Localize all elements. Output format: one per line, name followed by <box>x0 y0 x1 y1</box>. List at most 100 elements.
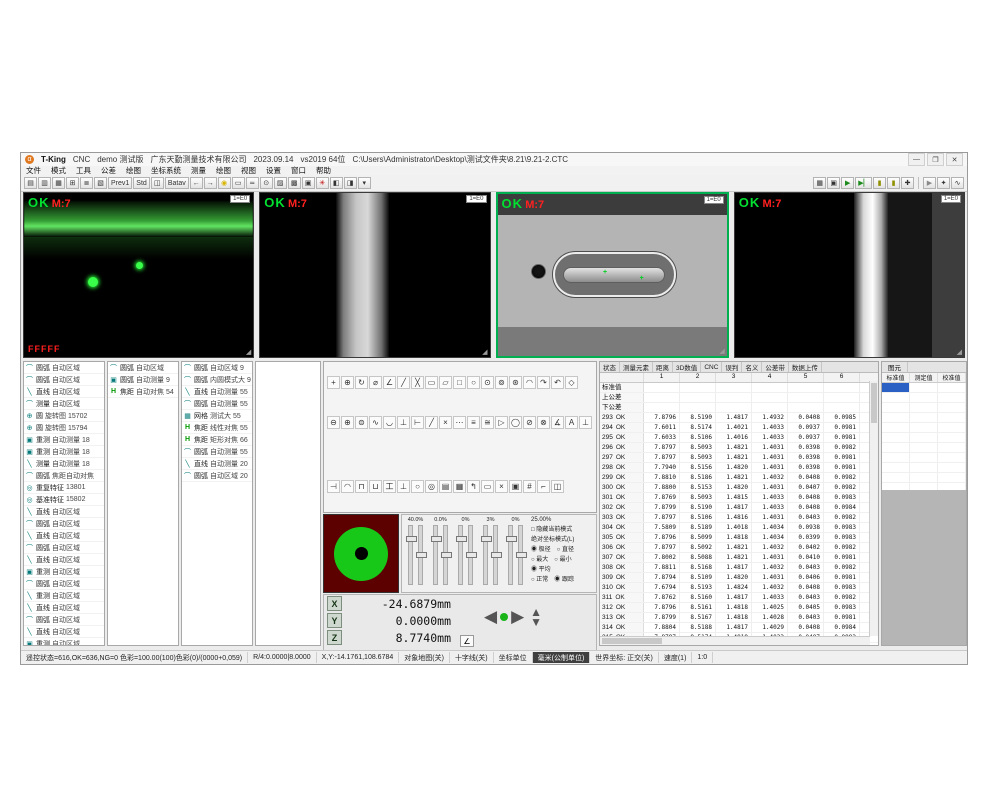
tolerance-row[interactable]: 上公差 <box>600 393 878 403</box>
measure-option[interactable]: 25.00% <box>531 517 594 523</box>
measure-option[interactable]: ◉ 极径 ○ 直径 <box>531 544 594 553</box>
element-row[interactable] <box>882 403 966 413</box>
feature-list-item[interactable]: ╲ 直线 自动区域 <box>24 506 104 518</box>
results-tab[interactable]: 数据上传 <box>789 362 822 372</box>
geometry-tool-icon[interactable]: ⊙ <box>481 376 494 389</box>
close-button[interactable]: ✕ <box>946 153 963 166</box>
minimize-button[interactable]: — <box>908 153 925 166</box>
table-vertical-scrollbar[interactable] <box>869 381 878 636</box>
toolbar-run-button[interactable]: ▦ <box>813 177 826 189</box>
construction-tool-icon[interactable]: ◫ <box>551 480 564 493</box>
element-row[interactable] <box>882 423 966 433</box>
feature-list-item[interactable]: ⌒ 圆弧 自动区域 <box>24 578 104 590</box>
table-horizontal-scrollbar[interactable] <box>600 636 870 645</box>
measurement-row[interactable]: 301 OK 7.8769 8.5093 1.4815 1.4033 0.040… <box>600 493 878 503</box>
toolbar-button[interactable]: ⊙ <box>260 177 273 189</box>
jog-center-dot[interactable] <box>500 613 508 621</box>
geometry-tool-icon[interactable]: ≡ <box>467 416 480 429</box>
feature-list-item[interactable]: ⊕ 圆 旋转图 15794 <box>24 422 104 434</box>
measure-option[interactable]: □ 隐藏当前模式 <box>531 524 594 533</box>
geometry-tool-icon[interactable]: ⊘ <box>523 416 536 429</box>
slider-thumb[interactable] <box>441 552 452 558</box>
toolbar-button[interactable]: ▣ <box>302 177 315 189</box>
construction-tool-icon[interactable]: ○ <box>411 480 424 493</box>
geometry-tool-icon[interactable]: ⊕ <box>341 416 354 429</box>
feature-list-item[interactable]: ╲ 重测 自动区域 <box>24 590 104 602</box>
construction-tool-icon[interactable]: ◠ <box>341 480 354 493</box>
toolbar-button[interactable]: ◨ <box>344 177 357 189</box>
geometry-tool-icon[interactable]: ╱ <box>397 376 410 389</box>
geometry-tool-icon[interactable]: ▷ <box>495 416 508 429</box>
camera-view-1[interactable]: OK M:7 1=E0 FFFFF ◢ <box>23 192 254 358</box>
slider-thumb[interactable] <box>506 536 517 542</box>
toolbar-button[interactable]: ≂ <box>246 177 259 189</box>
construction-tool-icon[interactable]: ◎ <box>425 480 438 493</box>
light-slider[interactable] <box>518 525 523 585</box>
toolbar-run-button[interactable]: ▶ <box>841 177 854 189</box>
camera-view-4[interactable]: OK M:7 1=E0 ◢ <box>734 192 965 358</box>
feature-list-item[interactable]: ╲ 直线 自动区域 <box>24 530 104 542</box>
element-row[interactable] <box>882 443 966 453</box>
light-slider[interactable] <box>458 525 463 585</box>
feature-list-item[interactable]: ⌒ 圆弧 自动区域 <box>108 362 178 374</box>
feature-list-item[interactable]: ⌒ 圆弧 自动区域 <box>24 362 104 374</box>
scrollbar-thumb[interactable] <box>602 638 662 644</box>
toolbar-run-button[interactable]: ▮ <box>887 177 900 189</box>
toolbar-extra-button[interactable]: ✦ <box>937 177 950 189</box>
feature-list-item[interactable]: ▣ 重测 自动区域 <box>24 638 104 646</box>
toolbar-button[interactable]: ◫ <box>151 177 164 189</box>
status-object-map[interactable]: 对象地图(关) <box>399 652 450 663</box>
geometry-tool-icon[interactable]: ╳ <box>411 376 424 389</box>
element-row[interactable] <box>882 433 966 443</box>
feature-list-item[interactable]: ⊕ 圆 旋转图 15702 <box>24 410 104 422</box>
feature-list-item[interactable]: ◎ 基准特征 15802 <box>24 494 104 506</box>
resize-corner-icon[interactable]: ◢ <box>482 348 487 356</box>
jog-down-icon[interactable]: ▼ <box>530 617 542 627</box>
feature-list-item[interactable]: ▣ 重测 自动测量 18 <box>24 446 104 458</box>
feature-list-item[interactable]: ╲ 直线 自动区域 <box>24 554 104 566</box>
toolbar-button[interactable]: Std <box>133 177 150 189</box>
resize-corner-icon[interactable]: ◢ <box>957 348 962 356</box>
status-unit-value[interactable]: 毫米(公制单位) <box>533 652 591 663</box>
construction-tool-icon[interactable]: ⊥ <box>397 480 410 493</box>
toolbar-button[interactable]: ◧ <box>330 177 343 189</box>
geometry-tool-icon[interactable]: ⊖ <box>327 416 340 429</box>
measurement-row[interactable]: 296 OK 7.8797 8.5093 1.4821 1.4031 0.039… <box>600 443 878 453</box>
feature-list-item[interactable]: ╲ 测量 自动测量 18 <box>24 458 104 470</box>
measurement-row[interactable]: 302 OK 7.8799 8.5190 1.4817 1.4033 0.040… <box>600 503 878 513</box>
toolbar-button[interactable]: ← <box>190 177 203 189</box>
construction-tool-icon[interactable]: ⊔ <box>369 480 382 493</box>
construction-tool-icon[interactable]: ▭ <box>481 480 494 493</box>
measurement-row[interactable]: 313 OK 7.8799 8.5167 1.4818 1.4028 0.040… <box>600 613 878 623</box>
feature-list-item[interactable]: ◎ 重复特征 13801 <box>24 482 104 494</box>
construction-tool-icon[interactable]: × <box>495 480 508 493</box>
geometry-tool-icon[interactable]: ↻ <box>355 376 368 389</box>
geometry-tool-icon[interactable]: ⊥ <box>397 416 410 429</box>
status-crosshair[interactable]: 十字线(关) <box>450 652 494 663</box>
slider-thumb[interactable] <box>456 536 467 542</box>
measurement-row[interactable]: 304 OK 7.5809 8.5189 1.4018 1.4034 0.093… <box>600 523 878 533</box>
light-slider[interactable] <box>508 525 513 585</box>
toolbar-button[interactable]: → <box>204 177 217 189</box>
feature-list-item[interactable]: ⌒ 圆弧 自动测量 55 <box>182 446 252 458</box>
measure-option[interactable]: ○ 正常 ◉ 跟踪 <box>531 574 594 583</box>
element-row[interactable] <box>882 453 966 463</box>
geometry-tool-icon[interactable]: ⊚ <box>495 376 508 389</box>
slider-thumb[interactable] <box>416 552 427 558</box>
toolbar-button[interactable]: ◉ <box>218 177 231 189</box>
measurement-row[interactable]: 310 OK 7.6794 8.5193 1.4824 1.4032 0.040… <box>600 583 878 593</box>
feature-list-item[interactable]: ╲ 直线 自动区域 <box>24 386 104 398</box>
measurement-row[interactable]: 308 OK 7.8811 8.5168 1.4817 1.4032 0.040… <box>600 563 878 573</box>
toolbar-button[interactable]: ▨ <box>274 177 287 189</box>
geometry-tool-icon[interactable]: ◯ <box>509 416 522 429</box>
slider-thumb[interactable] <box>431 536 442 542</box>
geometry-tool-icon[interactable]: ◡ <box>383 416 396 429</box>
geometry-tool-icon[interactable]: ∠ <box>383 376 396 389</box>
results-tab[interactable]: CNC <box>701 362 722 372</box>
results-tab[interactable]: 测量元素 <box>620 362 653 372</box>
toolbar-run-button[interactable]: ▣ <box>827 177 840 189</box>
geometry-tool-icon[interactable]: ○ <box>467 376 480 389</box>
measure-option[interactable]: ○ 最大 ○ 最小 <box>531 554 594 563</box>
axis-icon[interactable]: Y <box>327 613 342 628</box>
geometry-tool-icon[interactable]: ◇ <box>565 376 578 389</box>
